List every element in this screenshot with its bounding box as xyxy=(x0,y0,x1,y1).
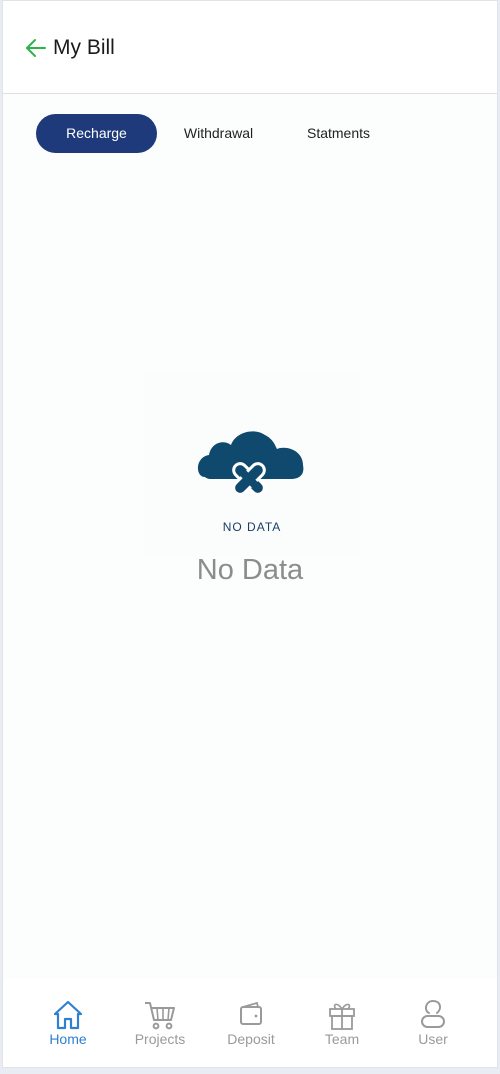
nav-item-user[interactable]: User xyxy=(388,999,478,1059)
cloud-cross-icon xyxy=(197,431,304,496)
nav-item-home[interactable]: Home xyxy=(23,999,113,1059)
home-icon xyxy=(53,1000,83,1030)
empty-state-message: No Data xyxy=(196,554,304,586)
nav-item-deposit[interactable]: Deposit xyxy=(206,999,296,1059)
gift-icon xyxy=(329,1003,355,1030)
wallet-icon xyxy=(240,1001,262,1025)
nav-label: Deposit xyxy=(227,1031,275,1047)
tab-label: Withdrawal xyxy=(183,125,254,141)
tab-label: Recharge xyxy=(66,125,127,141)
tab-statments[interactable]: Statments xyxy=(278,114,399,153)
nav-label: User xyxy=(418,1031,448,1047)
bottom-nav: Home Projects Deposit Team User xyxy=(3,979,497,1067)
arrow-left-icon[interactable] xyxy=(25,37,47,59)
tab-label: Statments xyxy=(306,125,371,141)
nav-label: Projects xyxy=(134,1031,186,1047)
header-bar: My Bill xyxy=(3,1,497,94)
page-title: My Bill xyxy=(53,36,115,59)
nav-item-team[interactable]: Team xyxy=(297,999,387,1059)
tab-withdrawal[interactable]: Withdrawal xyxy=(158,114,279,153)
cart-icon xyxy=(145,1002,175,1030)
app-frame: My Bill Recharge Withdrawal Statments NO… xyxy=(2,0,498,1068)
nav-label: Team xyxy=(324,1031,360,1047)
illustration-caption: NO DATA xyxy=(222,520,282,534)
nav-label: Home xyxy=(49,1031,87,1047)
user-icon xyxy=(421,999,445,1028)
empty-state-illustration: NO DATA xyxy=(143,371,361,557)
tab-recharge[interactable]: Recharge xyxy=(36,114,157,153)
nav-item-projects[interactable]: Projects xyxy=(115,999,205,1059)
